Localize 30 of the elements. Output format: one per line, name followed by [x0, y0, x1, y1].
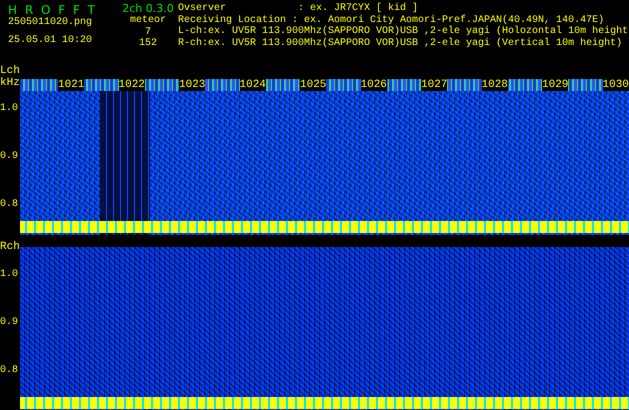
app-title: H R O F F T — [8, 3, 98, 17]
axis-label: 0.9 — [0, 317, 20, 329]
meteor-count: 7 — [144, 27, 151, 38]
meteor-count: 152 — [138, 38, 157, 49]
channel-label: Rch — [0, 241, 20, 253]
unit-label: kHz — [0, 77, 20, 89]
info-line: Receiving Location : ex. Aomori City Aomori-Pref.JAPAN(40.49N, 140.47E) — [178, 14, 606, 26]
time-label: 1028 — [482, 79, 508, 91]
meteor-label: meteor — [130, 15, 166, 27]
time-label: 1026 — [360, 79, 387, 91]
date-time: 25.05.01 10:20 — [8, 35, 94, 47]
file-name: 2505011020.png — [8, 17, 94, 29]
axis-label: 0.8 — [0, 199, 20, 211]
info-line: Ovserver : ex. JR7CYX [ kid ] — [178, 3, 420, 14]
time-label: 1025 — [300, 79, 326, 91]
time-label: 1021 — [58, 79, 84, 91]
time-label: 1023 — [179, 79, 206, 91]
info-line: L-ch:ex. UV5R 113.900Mhz(SAPPORO VOR)USB ,2-ele yagi (Holozontal 10m height — [178, 26, 628, 38]
time-label: 1024 — [240, 79, 266, 91]
channel-label: Lch — [0, 65, 20, 77]
version-label: 2ch 0.3.0 — [122, 3, 174, 15]
axis-label: 1.0 — [0, 103, 20, 115]
info-line: R-ch:ex. UV5R 113.900Mhz(SAPPORO VOR)USB ,2-ele yagi (Vertical 10m height) — [178, 38, 624, 49]
time-label: 1029 — [542, 79, 568, 91]
axis-label: 0.9 — [0, 151, 20, 163]
time-label: 1022 — [118, 79, 145, 91]
axis-label: 1.0 — [0, 269, 20, 281]
axis-label: 0.8 — [0, 365, 20, 377]
time-label: 1027 — [421, 79, 448, 91]
time-label: 1030 — [602, 79, 629, 91]
